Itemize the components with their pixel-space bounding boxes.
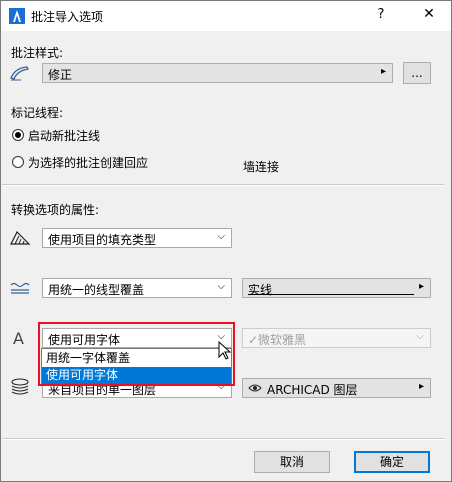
help-button[interactable]: ? — [371, 7, 391, 25]
new-thread-label: 启动新批注线 — [28, 129, 101, 143]
fill-icon — [10, 230, 31, 245]
triangle-right-icon: ▸ — [380, 66, 386, 77]
wall-join-label: 墙连接 — [243, 160, 280, 174]
line-type-picker[interactable]: 实线 ▸ — [242, 278, 431, 298]
triangle-right-icon: ▸ — [418, 281, 424, 292]
reply-radio[interactable] — [12, 156, 24, 168]
font-icon: A — [13, 329, 24, 348]
solid-line-preview — [248, 294, 414, 295]
dialog-title: 批注导入选项 — [31, 10, 104, 24]
markup-style-value: 修正 — [48, 68, 73, 82]
highlight-frame — [38, 322, 235, 386]
footer-divider — [2, 438, 444, 440]
eye-icon — [248, 384, 262, 392]
layer-name: ARCHICAD 图层 — [267, 383, 358, 397]
new-thread-radio[interactable] — [12, 129, 24, 141]
triangle-right-icon: ▸ — [418, 381, 424, 392]
markup-style-more-button[interactable]: ... — [403, 62, 431, 84]
chevron-down-icon: ⌵ — [217, 231, 225, 242]
markup-style-select[interactable]: 修正 ▸ — [42, 63, 393, 83]
leader-label: 标记线程: — [11, 106, 64, 120]
dialog-window: 批注导入选项 ? ✕ 批注样式: 修正 ▸ ... 标记线程: 启动新批注线 为… — [0, 0, 452, 482]
fill-type-select[interactable]: 使用项目的填充类型 ⌵ — [42, 228, 232, 248]
title-bar: 批注导入选项 ? ✕ — [1, 1, 451, 31]
layer-picker[interactable]: ARCHICAD 图层 ▸ — [242, 378, 431, 398]
chevron-down-icon: ⌵ — [416, 331, 424, 342]
layers-icon — [11, 378, 29, 395]
font-name-select: ✓微软雅黑 ⌵ — [242, 328, 431, 348]
line-type-select[interactable]: 用统一的线型覆盖 ⌵ — [42, 278, 232, 298]
chevron-down-icon: ⌵ — [217, 281, 225, 292]
line-type-value: 用统一的线型覆盖 — [48, 283, 145, 297]
fill-type-value: 使用项目的填充类型 — [48, 233, 157, 247]
line-type-icon — [10, 282, 30, 294]
reply-label: 为选择的批注创建回应 — [28, 156, 149, 170]
close-button[interactable]: ✕ — [419, 6, 439, 26]
font-name-value: ✓微软雅黑 — [248, 333, 307, 347]
markup-style-label: 批注样式: — [11, 46, 64, 60]
archicad-app-icon — [9, 8, 25, 24]
section-divider — [2, 184, 444, 186]
convert-label: 转换选项的属性: — [11, 203, 100, 217]
line-type-name: 实线 — [248, 283, 273, 297]
cancel-button[interactable]: 取消 — [254, 451, 330, 473]
ok-button[interactable]: 确定 — [354, 451, 430, 473]
pen-icon — [10, 66, 29, 81]
